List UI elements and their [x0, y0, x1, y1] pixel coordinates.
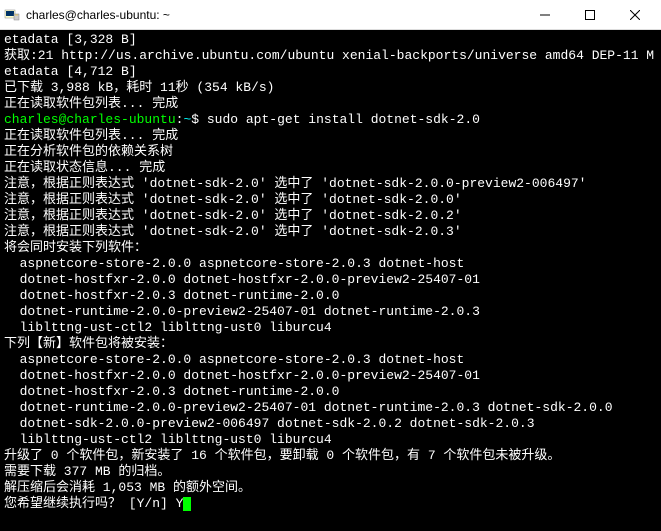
- window-titlebar: charles@charles-ubuntu: ~: [0, 0, 661, 30]
- putty-icon: [4, 7, 20, 23]
- terminal-line: etadata [3,328 B]: [4, 32, 657, 48]
- cursor-icon: [183, 497, 191, 511]
- terminal-line: dotnet-hostfxr-2.0.3 dotnet-runtime-2.0.…: [4, 288, 657, 304]
- terminal-line: dotnet-sdk-2.0.0-preview2-006497 dotnet-…: [4, 416, 657, 432]
- terminal-line: 注意，根据正则表达式 'dotnet-sdk-2.0' 选中了 'dotnet-…: [4, 224, 657, 240]
- terminal-line: dotnet-hostfxr-2.0.0 dotnet-hostfxr-2.0.…: [4, 272, 657, 288]
- terminal-line: dotnet-hostfxr-2.0.0 dotnet-hostfxr-2.0.…: [4, 368, 657, 384]
- terminal-line: dotnet-runtime-2.0.0-preview2-25407-01 d…: [4, 400, 657, 416]
- minimize-button[interactable]: [522, 0, 567, 30]
- terminal-line: 解压缩后会消耗 1,053 MB 的额外空间。: [4, 480, 657, 496]
- terminal-line: 需要下载 377 MB 的归档。: [4, 464, 657, 480]
- maximize-button[interactable]: [567, 0, 612, 30]
- terminal-line: 正在分析软件包的依赖关系树: [4, 144, 657, 160]
- terminal-line: 正在读取软件包列表... 完成: [4, 128, 657, 144]
- terminal-input-line: 您希望继续执行吗？ [Y/n] Y: [4, 496, 657, 512]
- terminal-line: 注意，根据正则表达式 'dotnet-sdk-2.0' 选中了 'dotnet-…: [4, 208, 657, 224]
- prompt-dollar: $: [191, 112, 207, 127]
- window-title: charles@charles-ubuntu: ~: [26, 8, 522, 22]
- terminal-line: liblttng-ust-ctl2 liblttng-ust0 liburcu4: [4, 320, 657, 336]
- terminal-line: 获取:21 http://us.archive.ubuntu.com/ubunt…: [4, 48, 657, 80]
- terminal-line: 升级了 0 个软件包，新安装了 16 个软件包，要卸载 0 个软件包，有 7 个…: [4, 448, 657, 464]
- prompt-confirm: 您希望继续执行吗？ [Y/n] Y: [4, 496, 183, 511]
- terminal-line: 将会同时安装下列软件：: [4, 240, 657, 256]
- command-text: sudo apt-get install dotnet-sdk-2.0: [207, 112, 480, 127]
- terminal-line: 注意，根据正则表达式 'dotnet-sdk-2.0' 选中了 'dotnet-…: [4, 176, 657, 192]
- terminal-output[interactable]: etadata [3,328 B]获取:21 http://us.archive…: [0, 30, 661, 531]
- terminal-line: 注意，根据正则表达式 'dotnet-sdk-2.0' 选中了 'dotnet-…: [4, 192, 657, 208]
- window-controls: [522, 0, 657, 30]
- terminal-line: aspnetcore-store-2.0.0 aspnetcore-store-…: [4, 352, 657, 368]
- terminal-line: liblttng-ust-ctl2 liblttng-ust0 liburcu4: [4, 432, 657, 448]
- terminal-line: 下列【新】软件包将被安装：: [4, 336, 657, 352]
- close-button[interactable]: [612, 0, 657, 30]
- terminal-line: dotnet-hostfxr-2.0.3 dotnet-runtime-2.0.…: [4, 384, 657, 400]
- terminal-line: 已下载 3,988 kB，耗时 11秒 (354 kB/s): [4, 80, 657, 96]
- terminal-line: aspnetcore-store-2.0.0 aspnetcore-store-…: [4, 256, 657, 272]
- terminal-line: 正在读取软件包列表... 完成: [4, 96, 657, 112]
- terminal-line: dotnet-runtime-2.0.0-preview2-25407-01 d…: [4, 304, 657, 320]
- prompt-user: charles@charles-ubuntu: [4, 112, 176, 127]
- terminal-prompt-line: charles@charles-ubuntu:~$ sudo apt-get i…: [4, 112, 657, 128]
- terminal-line: 正在读取状态信息... 完成: [4, 160, 657, 176]
